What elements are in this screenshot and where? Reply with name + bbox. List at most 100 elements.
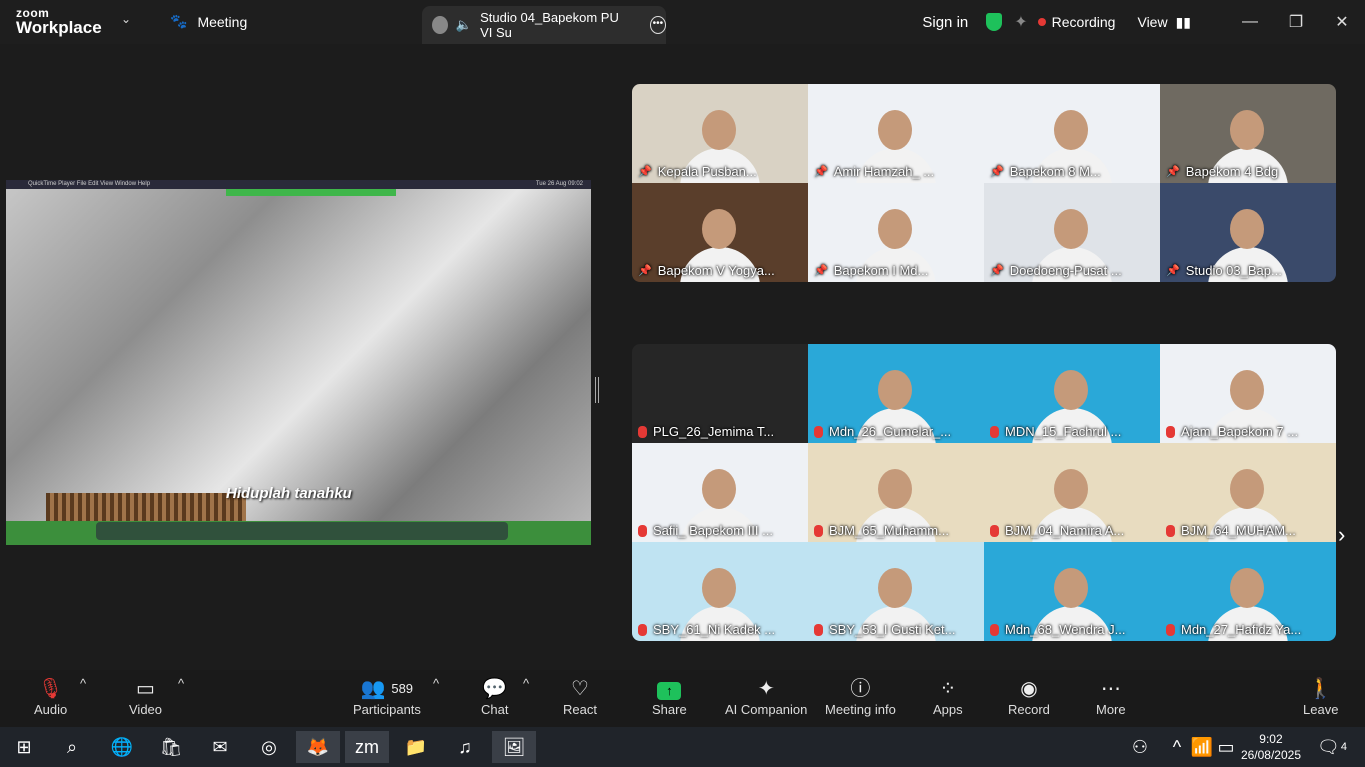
record-dot-icon bbox=[1037, 18, 1046, 26]
chat-options-caret[interactable]: ^ bbox=[523, 676, 529, 691]
participant-tile[interactable]: Mdn_26_Gumelar_... bbox=[808, 344, 984, 443]
participant-name: 📌 Amir Hamzah_ ... bbox=[814, 164, 934, 179]
participant-tile[interactable]: Mdn_68_Wendra J... bbox=[984, 542, 1160, 641]
minimize-icon[interactable]: — bbox=[1227, 13, 1273, 31]
participant-tile[interactable]: PLG_26_Jemima T... bbox=[632, 344, 808, 443]
audio-button[interactable]: 🎙 Audio bbox=[34, 676, 67, 717]
more-label: More bbox=[1096, 702, 1126, 717]
share-label: Share bbox=[652, 702, 687, 717]
participant-name: Mdn_68_Wendra J... bbox=[990, 622, 1125, 637]
participant-name-label: Doedoeng-Pusat ... bbox=[1009, 263, 1122, 278]
sparkle-icon[interactable]: ✦ bbox=[1014, 12, 1027, 32]
pin-icon: 📌 bbox=[990, 265, 1004, 277]
participant-tile[interactable]: 📌 Bapekom V Yogya... bbox=[632, 183, 808, 282]
grid-icon: ▮▮ bbox=[1175, 13, 1191, 30]
participant-video bbox=[702, 469, 736, 509]
participant-tile[interactable]: BJM_04_Namira A... bbox=[984, 443, 1160, 542]
participant-video bbox=[878, 469, 912, 509]
chat-button[interactable]: 💬 Chat bbox=[481, 676, 508, 717]
audio-options-caret[interactable]: ^ bbox=[80, 676, 86, 691]
participant-tile[interactable]: MDN_15_Fachrul ... bbox=[984, 344, 1160, 443]
mic-muted-icon bbox=[990, 623, 999, 636]
mic-muted-icon bbox=[814, 623, 823, 636]
participant-tile[interactable]: Ajam_Bapekom 7 ... bbox=[1160, 344, 1336, 443]
apps-button[interactable]: ⁘ Apps bbox=[933, 676, 963, 717]
windows-start-icon[interactable]: ⊞ bbox=[2, 731, 46, 763]
participant-name: MDN_15_Fachrul ... bbox=[990, 424, 1121, 439]
participant-name-label: SBY_61_Ni Kadek ... bbox=[653, 622, 776, 637]
react-button[interactable]: ♡ React bbox=[563, 676, 597, 717]
participant-video bbox=[1054, 568, 1088, 608]
tab-meeting-label: Meeting bbox=[197, 13, 248, 30]
mic-muted-icon bbox=[638, 425, 647, 438]
mic-muted-icon bbox=[814, 425, 823, 438]
participants-options-caret[interactable]: ^ bbox=[433, 676, 439, 691]
close-icon[interactable]: ✕ bbox=[1319, 12, 1365, 32]
record-button[interactable]: ◉ Record bbox=[1008, 676, 1050, 717]
mail-icon[interactable]: ✉ bbox=[198, 731, 242, 763]
participant-tile[interactable]: 📌 Bapekom I Md... bbox=[808, 183, 984, 282]
video-button[interactable]: ▭ Video bbox=[129, 676, 162, 717]
mic-muted-icon bbox=[1166, 425, 1175, 438]
participant-name-label: Bapekom 4 Bdg bbox=[1185, 164, 1279, 179]
shield-icon[interactable] bbox=[986, 13, 1003, 31]
more-button[interactable]: ⋯ More bbox=[1096, 676, 1126, 717]
view-button[interactable]: View ▮▮ bbox=[1137, 14, 1191, 31]
participant-tile[interactable]: 📌 Studio 03_Bap... bbox=[1160, 183, 1336, 282]
speaker-icon: 🔈 bbox=[455, 17, 473, 32]
store-icon[interactable]: 🛍 bbox=[149, 731, 193, 763]
mic-muted-icon bbox=[1166, 524, 1175, 537]
file-explorer-icon[interactable]: 📁 bbox=[394, 731, 438, 763]
ai-companion-button[interactable]: ✦ AI Companion bbox=[725, 676, 807, 717]
video-label: Video bbox=[129, 702, 163, 717]
participant-name-label: MDN_15_Fachrul ... bbox=[1005, 424, 1122, 439]
camera-icon: ▭ bbox=[136, 678, 155, 700]
leave-label: Leave bbox=[1303, 702, 1339, 717]
participant-tile[interactable]: 📌 Amir Hamzah_ ... bbox=[808, 84, 984, 183]
participant-tile[interactable]: BJM_64_MUHAM... bbox=[1160, 443, 1336, 542]
meeting-info-button[interactable]: ⓘ Meeting info bbox=[825, 676, 896, 717]
participant-tile[interactable]: 📌 Doedoeng-Pusat ... bbox=[984, 183, 1160, 282]
video-options-caret[interactable]: ^ bbox=[178, 676, 184, 691]
firefox-icon[interactable]: 🦊 bbox=[296, 731, 340, 763]
search-icon[interactable]: ⌕ bbox=[50, 731, 94, 763]
taskbar-clock[interactable]: 9:02 26/08/2025 bbox=[1241, 731, 1301, 763]
participant-name: 📌 Bapekom 4 Bdg bbox=[1166, 164, 1278, 179]
participants-button[interactable]: 👥 589 Participants bbox=[353, 676, 421, 717]
participant-video bbox=[1230, 110, 1264, 150]
tab-meeting[interactable]: 🐾 Meeting bbox=[170, 13, 247, 30]
edge-icon[interactable]: 🌐 bbox=[100, 731, 144, 763]
tab-active-meeting[interactable]: 🔈 Studio 04_Bapekom PU VI Su ••• bbox=[422, 6, 666, 44]
more-icon[interactable]: ••• bbox=[649, 16, 666, 34]
notification-icon[interactable]: 🗨 4 bbox=[1310, 731, 1354, 763]
participant-tile[interactable]: 📌 Kepala Pusban... bbox=[632, 84, 808, 183]
next-page-icon[interactable]: › bbox=[1338, 522, 1345, 548]
spotify-icon[interactable]: ♫ bbox=[443, 731, 487, 763]
participant-tile[interactable]: BJM_65_Muhamm... bbox=[808, 443, 984, 542]
participant-name: 📌 Bapekom 8 M... bbox=[990, 164, 1101, 179]
restore-icon[interactable]: ❐ bbox=[1273, 12, 1319, 32]
participant-name-label: Mdn_68_Wendra J... bbox=[1005, 622, 1126, 637]
participant-tile[interactable]: Safii_ Bapekom III ... bbox=[632, 443, 808, 542]
shared-screen[interactable]: QuickTime Player File Edit View Window H… bbox=[6, 180, 591, 545]
recording-label: Recording bbox=[1051, 14, 1116, 30]
sign-in-button[interactable]: Sign in bbox=[922, 14, 968, 31]
participant-tile[interactable]: SBY_53_I Gusti Ket... bbox=[808, 542, 984, 641]
zoom-taskbar-icon[interactable]: zm bbox=[345, 731, 389, 763]
participant-video bbox=[1054, 209, 1088, 249]
photos-icon[interactable]: 🖼 bbox=[492, 731, 536, 763]
info-icon: ⓘ bbox=[850, 678, 871, 700]
recording-indicator[interactable]: Recording bbox=[1037, 14, 1116, 30]
participant-tile[interactable]: Mdn_27_Hafidz Ya... bbox=[1160, 542, 1336, 641]
video-grid-pinned: 📌 Kepala Pusban... 📌 Amir Hamzah_ ... 📌 Bapek… bbox=[632, 84, 1336, 282]
resize-handle[interactable] bbox=[595, 377, 599, 403]
share-button[interactable]: ↑ Share bbox=[652, 676, 687, 717]
chrome-icon[interactable]: ◎ bbox=[247, 731, 291, 763]
chevron-down-icon[interactable]: ⌄ bbox=[121, 12, 131, 26]
participant-tile[interactable]: 📌 Bapekom 4 Bdg bbox=[1160, 84, 1336, 183]
leave-button[interactable]: 🚶 Leave bbox=[1303, 676, 1338, 717]
participant-tile[interactable]: 📌 Bapekom 8 M... bbox=[984, 84, 1160, 183]
participant-name: BJM_65_Muhamm... bbox=[814, 523, 949, 538]
participant-tile[interactable]: SBY_61_Ni Kadek ... bbox=[632, 542, 808, 641]
zoom-workplace-logo[interactable]: zoom Workplace bbox=[16, 7, 102, 36]
